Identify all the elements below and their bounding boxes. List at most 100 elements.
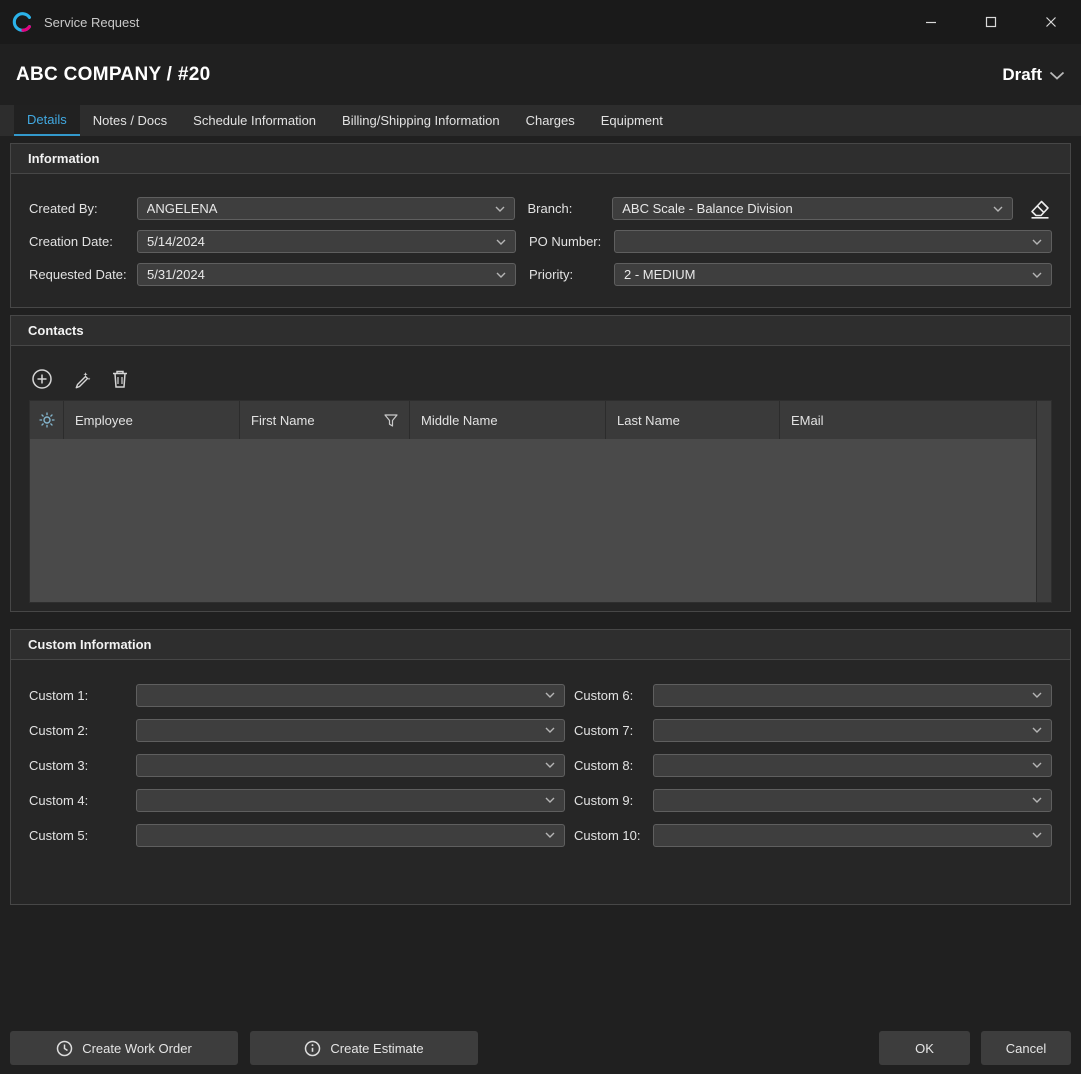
column-header-first-name[interactable]: First Name (240, 401, 410, 439)
column-options-header[interactable] (30, 401, 64, 439)
chevron-down-icon (545, 797, 555, 803)
po-number-dropdown[interactable] (614, 230, 1052, 253)
custom-8-dropdown[interactable] (653, 754, 1052, 777)
custom-5-label: Custom 5: (29, 828, 136, 843)
custom-1-label: Custom 1: (29, 688, 136, 703)
create-work-order-button[interactable]: Create Work Order (10, 1031, 238, 1065)
po-number-label: PO Number: (529, 234, 614, 249)
info-circle-icon (304, 1040, 321, 1057)
contacts-panel: Contacts (10, 315, 1071, 612)
created-by-label: Created By: (29, 201, 137, 216)
chevron-down-icon (1032, 692, 1042, 698)
clock-icon (56, 1040, 73, 1057)
branch-dropdown[interactable]: ABC Scale - Balance Division (612, 197, 1013, 220)
chevron-down-icon (1049, 65, 1065, 85)
page-title: ABC COMPANY / #20 (16, 64, 1002, 86)
tab-bar: Details Notes / Docs Schedule Informatio… (0, 105, 1081, 136)
status-label: Draft (1002, 65, 1042, 85)
column-header-last-name[interactable]: Last Name (606, 401, 780, 439)
edit-contact-button[interactable] (69, 367, 93, 391)
trash-icon (111, 369, 129, 389)
custom-5-dropdown[interactable] (136, 824, 565, 847)
custom-9-dropdown[interactable] (653, 789, 1052, 812)
tab-details[interactable]: Details (14, 105, 80, 136)
custom-1-dropdown[interactable] (136, 684, 565, 707)
plus-circle-icon (31, 368, 53, 390)
creation-date-label: Creation Date: (29, 234, 137, 249)
custom-information-panel-title: Custom Information (11, 630, 1070, 660)
chevron-down-icon (496, 239, 506, 245)
vertical-scrollbar-track[interactable] (1036, 401, 1051, 602)
creation-date-dropdown[interactable]: 5/14/2024 (137, 230, 516, 253)
contacts-grid: Employee First Name Middle Name Last Nam… (29, 400, 1052, 603)
contacts-panel-title: Contacts (11, 316, 1070, 346)
chevron-down-icon (496, 272, 506, 278)
created-by-dropdown[interactable]: ANGELENA (137, 197, 515, 220)
header: ABC COMPANY / #20 Draft (0, 44, 1081, 105)
sun-icon (39, 412, 55, 428)
chevron-down-icon (993, 206, 1003, 212)
priority-dropdown[interactable]: 2 - MEDIUM (614, 263, 1052, 286)
status-dropdown[interactable]: Draft (1002, 65, 1065, 85)
filter-funnel-icon[interactable] (384, 414, 398, 427)
custom-6-label: Custom 6: (574, 688, 653, 703)
ok-button[interactable]: OK (879, 1031, 970, 1065)
information-panel: Information Created By: ANGELENA Branch:… (10, 143, 1071, 308)
minimize-button[interactable] (901, 0, 961, 44)
custom-4-label: Custom 4: (29, 793, 136, 808)
contacts-grid-header: Employee First Name Middle Name Last Nam… (30, 401, 1036, 439)
custom-information-panel: Custom Information Custom 1: Custom 6: C… (10, 629, 1071, 905)
chevron-down-icon (545, 727, 555, 733)
app-logo-icon (12, 11, 34, 33)
chevron-down-icon (495, 206, 505, 212)
column-header-middle-name[interactable]: Middle Name (410, 401, 606, 439)
tab-notes-docs[interactable]: Notes / Docs (80, 105, 180, 136)
tab-charges[interactable]: Charges (513, 105, 588, 136)
chevron-down-icon (1032, 239, 1042, 245)
column-header-employee[interactable]: Employee (64, 401, 240, 439)
custom-6-dropdown[interactable] (653, 684, 1052, 707)
window-title: Service Request (44, 15, 901, 30)
clear-branch-button[interactable] (1028, 199, 1052, 219)
requested-date-dropdown[interactable]: 5/31/2024 (137, 263, 516, 286)
custom-2-dropdown[interactable] (136, 719, 565, 742)
titlebar: Service Request (0, 0, 1081, 44)
chevron-down-icon (1032, 832, 1042, 838)
chevron-down-icon (545, 762, 555, 768)
custom-4-dropdown[interactable] (136, 789, 565, 812)
custom-3-label: Custom 3: (29, 758, 136, 773)
custom-2-label: Custom 2: (29, 723, 136, 738)
close-button[interactable] (1021, 0, 1081, 44)
chevron-down-icon (545, 692, 555, 698)
add-contact-button[interactable] (30, 367, 54, 391)
footer: Create Work Order Create Estimate OK Can… (0, 1031, 1081, 1065)
requested-date-label: Requested Date: (29, 267, 137, 282)
information-panel-title: Information (11, 144, 1070, 174)
cancel-button[interactable]: Cancel (981, 1031, 1071, 1065)
custom-3-dropdown[interactable] (136, 754, 565, 777)
contacts-grid-body (30, 439, 1036, 602)
pencil-sparkle-icon (70, 368, 92, 390)
custom-9-label: Custom 9: (574, 793, 653, 808)
custom-7-dropdown[interactable] (653, 719, 1052, 742)
chevron-down-icon (545, 832, 555, 838)
priority-label: Priority: (529, 267, 614, 282)
delete-contact-button[interactable] (108, 367, 132, 391)
custom-8-label: Custom 8: (574, 758, 653, 773)
custom-10-dropdown[interactable] (653, 824, 1052, 847)
chevron-down-icon (1032, 762, 1042, 768)
branch-label: Branch: (528, 201, 613, 216)
tab-schedule-information[interactable]: Schedule Information (180, 105, 329, 136)
maximize-button[interactable] (961, 0, 1021, 44)
tab-equipment[interactable]: Equipment (588, 105, 676, 136)
custom-10-label: Custom 10: (574, 828, 653, 843)
custom-7-label: Custom 7: (574, 723, 653, 738)
contacts-toolbar (29, 366, 1052, 392)
chevron-down-icon (1032, 272, 1042, 278)
chevron-down-icon (1032, 727, 1042, 733)
chevron-down-icon (1032, 797, 1042, 803)
eraser-icon (1028, 199, 1052, 219)
tab-billing-shipping-information[interactable]: Billing/Shipping Information (329, 105, 513, 136)
create-estimate-button[interactable]: Create Estimate (250, 1031, 478, 1065)
column-header-email[interactable]: EMail (780, 401, 1036, 439)
